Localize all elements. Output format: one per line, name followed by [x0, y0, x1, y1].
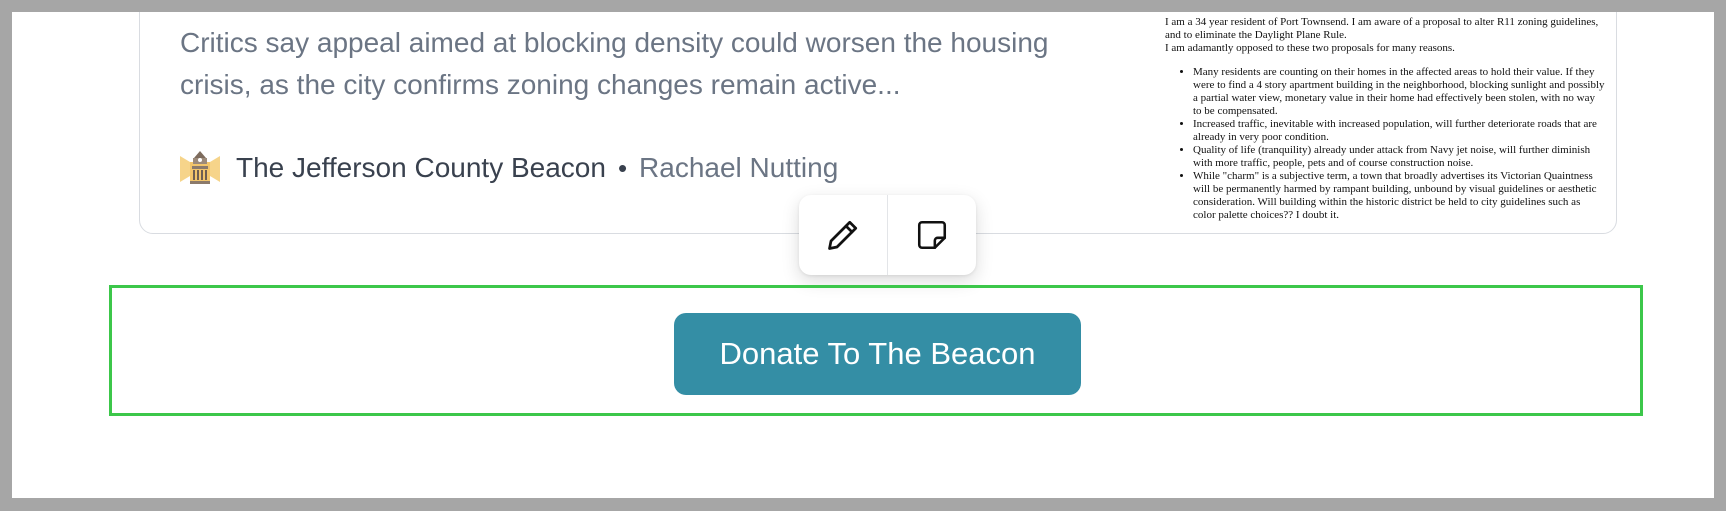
courthouse-logo-icon: [180, 151, 220, 184]
pencil-icon: [828, 220, 858, 250]
byline-separator: •: [617, 152, 628, 183]
author-name[interactable]: Rachael Nutting: [639, 152, 838, 184]
add-note-button[interactable]: [888, 195, 976, 275]
document-bullet: Many residents are counting on their hom…: [1193, 66, 1605, 118]
annotation-toolbar: [799, 195, 976, 275]
document-thumbnail[interactable]: I am a 34 year resident of Port Townsend…: [1165, 16, 1605, 233]
article-byline: The Jefferson County Beacon • Rachael Nu…: [180, 146, 838, 190]
document-bullet: While "charm" is a subjective term, a to…: [1193, 170, 1605, 222]
document-bullet: Quality of life (tranquility) already un…: [1193, 144, 1605, 170]
donate-button[interactable]: Donate To The Beacon: [674, 313, 1081, 395]
article-excerpt: Critics say appeal aimed at blocking den…: [180, 27, 1049, 100]
page: Critics say appeal aimed at blocking den…: [12, 12, 1714, 498]
publication-name[interactable]: The Jefferson County Beacon: [236, 152, 606, 184]
document-bullet-list: Many residents are counting on their hom…: [1165, 66, 1605, 222]
document-intro-line: I am a 34 year resident of Port Townsend…: [1165, 16, 1599, 41]
edit-button[interactable]: [799, 195, 887, 275]
document-bullet: Increased traffic, inevitable with incre…: [1193, 118, 1605, 144]
sticky-note-icon: [917, 220, 947, 250]
document-intro-line: I am adamantly opposed to these two prop…: [1165, 42, 1455, 54]
